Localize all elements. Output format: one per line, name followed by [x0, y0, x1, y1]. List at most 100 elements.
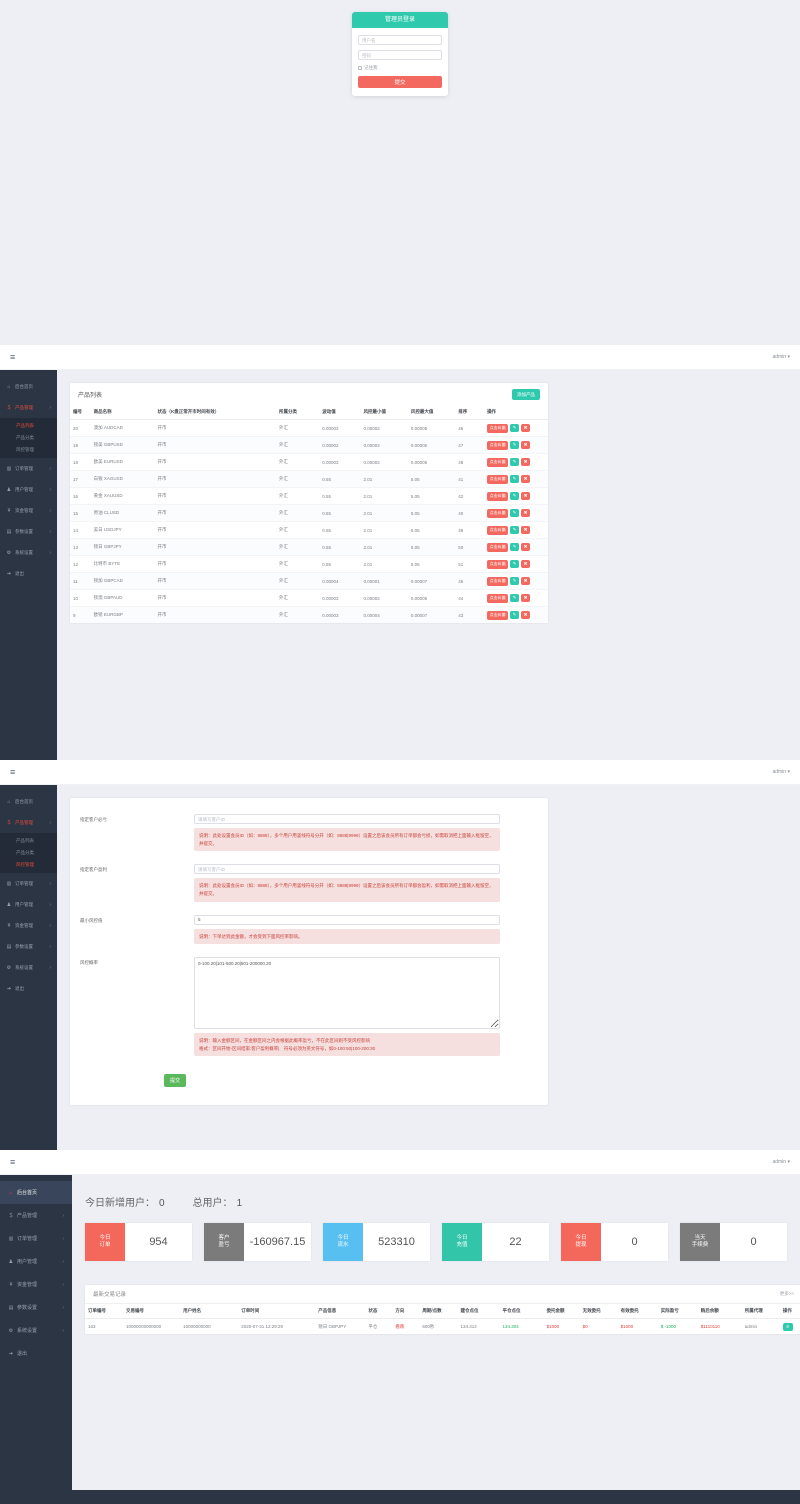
fix-deviation-button[interactable]: 点击纠偏 — [487, 508, 509, 518]
sidebar-item-funds[interactable]: ¥ 资金管理 › — [0, 1273, 72, 1296]
sidebar-item-home[interactable]: ⌂ 后台首页 — [0, 376, 57, 397]
win-customer-input[interactable] — [194, 864, 500, 875]
admin-dropdown[interactable]: admin ▾ — [772, 769, 790, 775]
delete-icon[interactable]: ✖ — [521, 509, 531, 517]
sidebar-item-home[interactable]: ⌂ 后台首页 — [0, 791, 57, 812]
login-submit-button[interactable]: 提交 — [358, 76, 442, 88]
admin-dropdown[interactable]: admin ▾ — [772, 1159, 790, 1165]
sidebar-item-funds[interactable]: ¥ 资金管理 › — [0, 500, 57, 521]
column-header: 无效委托 — [579, 1304, 618, 1319]
sidebar-item-logout[interactable]: ➔ 退出 — [0, 1342, 72, 1365]
sidebar-item-system[interactable]: ⚙ 系统设置 › — [0, 957, 57, 978]
menu-icon[interactable]: ≡ — [10, 352, 15, 362]
delete-icon[interactable]: ✖ — [521, 594, 531, 602]
remember-checkbox[interactable] — [358, 66, 362, 70]
page: 管理员登录 记住我 提交 ≡ admin ▾ ⌂后台首页 ＄产品管理› 产 — [0, 0, 800, 1504]
delete-icon[interactable]: ✖ — [521, 475, 531, 483]
column-header: 波动值 — [319, 405, 361, 420]
sidebar-item-params[interactable]: ▤ 参数设置 › — [0, 521, 57, 542]
edit-icon[interactable]: ✎ — [510, 543, 520, 551]
gear-icon: ⚙ — [6, 964, 12, 971]
stat-value: 0 — [750, 1236, 757, 1248]
username-field[interactable] — [358, 35, 442, 45]
edit-icon[interactable]: ✎ — [510, 492, 520, 500]
sidebar-item-system[interactable]: ⚙ 系统设置 › — [0, 542, 57, 563]
sidebar-item-logout[interactable]: ➔ 退出 — [0, 978, 57, 999]
column-header: 风控最大值 — [407, 405, 456, 420]
sidebar-item-users[interactable]: ♟ 用户管理 › — [0, 1250, 72, 1273]
fix-deviation-button[interactable]: 点击纠偏 — [487, 457, 509, 467]
sidebar: ⌂ 后台首页 ＄产品管理 › 产品列表 产品分类 风控管理 ▥ 订单管理 › ♟ 用户管理… — [0, 785, 57, 1150]
edit-icon[interactable]: ✎ — [510, 577, 520, 585]
delete-icon[interactable]: ✖ — [521, 611, 531, 619]
edit-icon[interactable]: ✎ — [510, 526, 520, 534]
home-icon: ⌂ — [7, 383, 11, 390]
sidebar-subitem-risk-manage[interactable]: 风控管理 — [0, 444, 57, 456]
loss-customer-input[interactable] — [194, 814, 500, 824]
delete-icon[interactable]: ✖ — [521, 424, 531, 432]
fix-deviation-button[interactable]: 点击纠偏 — [487, 525, 509, 535]
delete-icon[interactable]: ✖ — [521, 441, 531, 449]
delete-icon[interactable]: ✖ — [521, 492, 531, 500]
fix-deviation-button[interactable]: 点击纠偏 — [487, 542, 509, 552]
edit-icon[interactable]: ✎ — [510, 441, 520, 449]
detail-icon[interactable]: ≡ — [782, 1322, 793, 1331]
sidebar-subitem-product-category[interactable]: 产品分类 — [0, 432, 57, 444]
sidebar-item-products[interactable]: ＄产品管理 › — [0, 397, 57, 418]
min-risk-input[interactable] — [194, 914, 500, 925]
edit-icon[interactable]: ✎ — [510, 594, 520, 602]
edit-icon[interactable]: ✎ — [510, 509, 520, 517]
win-field-label: 指定客户盈利 — [80, 867, 107, 873]
fix-deviation-button[interactable]: 点击纠偏 — [487, 559, 509, 569]
menu-icon[interactable]: ≡ — [10, 1157, 15, 1167]
sidebar-subitem-product-list[interactable]: 产品列表 — [0, 835, 57, 847]
edit-icon[interactable]: ✎ — [510, 458, 520, 466]
stat-value: 0 — [631, 1236, 638, 1248]
table-row: 17 白银 XAGUSD 开市 外汇 0.55 2.01 5.05 41 点击纠… — [70, 470, 548, 488]
delete-icon[interactable]: ✖ — [521, 458, 531, 466]
sidebar-item-orders[interactable]: ▥ 订单管理 › — [0, 1227, 72, 1250]
more-link[interactable]: 更多>> — [780, 1291, 794, 1297]
column-header: 操作 — [484, 405, 548, 420]
sidebar-item-system[interactable]: ⚙ 系统设置 › — [0, 1319, 72, 1342]
sidebar-item-params[interactable]: ▤ 参数设置 › — [0, 1296, 72, 1319]
fix-deviation-button[interactable]: 点击纠偏 — [487, 474, 509, 484]
edit-icon[interactable]: ✎ — [510, 611, 520, 619]
delete-icon[interactable]: ✖ — [521, 577, 531, 585]
column-header: 商品名称 — [90, 405, 155, 420]
sidebar-item-orders[interactable]: ▥ 订单管理 › — [0, 873, 57, 894]
edit-icon[interactable]: ✎ — [510, 424, 520, 432]
add-product-button[interactable]: 添加产品 — [512, 389, 540, 400]
admin-dropdown[interactable]: admin ▾ — [772, 354, 790, 360]
fix-deviation-button[interactable]: 点击纠偏 — [487, 610, 509, 620]
sidebar-subitem-product-list[interactable]: 产品列表 — [0, 420, 57, 432]
table-row: 16 黄金 XAUUSD 开市 外汇 0.55 2.01 5.05 42 点击纠… — [70, 487, 548, 505]
sidebar-item-orders[interactable]: ▥ 订单管理 › — [0, 458, 57, 479]
sidebar-item-products[interactable]: ＄产品管理 › — [0, 812, 57, 833]
sidebar-item-users[interactable]: ♟ 用户管理 › — [0, 479, 57, 500]
sidebar-subitem-product-category[interactable]: 产品分类 — [0, 847, 57, 859]
fix-deviation-button[interactable]: 点击纠偏 — [487, 491, 509, 501]
delete-icon[interactable]: ✖ — [521, 526, 531, 534]
sidebar-item-funds[interactable]: ¥ 资金管理 › — [0, 915, 57, 936]
password-field[interactable] — [358, 50, 442, 60]
menu-icon[interactable]: ≡ — [10, 767, 15, 777]
params-icon: ▤ — [8, 1304, 14, 1311]
probability-textarea[interactable]: 0-100.20|101-500.20|501-200000.20 — [194, 957, 500, 1030]
fix-deviation-button[interactable]: 点击纠偏 — [487, 423, 509, 433]
sidebar-item-logout[interactable]: ➔ 退出 — [0, 563, 57, 584]
edit-icon[interactable]: ✎ — [510, 475, 520, 483]
delete-icon[interactable]: ✖ — [521, 560, 531, 568]
sidebar-item-products[interactable]: ＄产品管理 › — [0, 1204, 72, 1227]
risk-form-screen: ≡ admin ▾ ⌂ 后台首页 ＄产品管理 › 产品列表 产品分类 风控管理 ▥ 订… — [0, 760, 800, 1150]
sidebar-item-params[interactable]: ▤ 参数设置 › — [0, 936, 57, 957]
sidebar-item-home[interactable]: ⌂ 后台首页 — [0, 1181, 72, 1204]
edit-icon[interactable]: ✎ — [510, 560, 520, 568]
sidebar-item-users[interactable]: ♟ 用户管理 › — [0, 894, 57, 915]
delete-icon[interactable]: ✖ — [521, 543, 531, 551]
fix-deviation-button[interactable]: 点击纠偏 — [487, 576, 509, 586]
sidebar-subitem-risk-manage[interactable]: 风控管理 — [0, 859, 57, 871]
fix-deviation-button[interactable]: 点击纠偏 — [487, 593, 509, 603]
form-submit-button[interactable]: 提交 — [164, 1074, 187, 1088]
fix-deviation-button[interactable]: 点击纠偏 — [487, 440, 509, 450]
